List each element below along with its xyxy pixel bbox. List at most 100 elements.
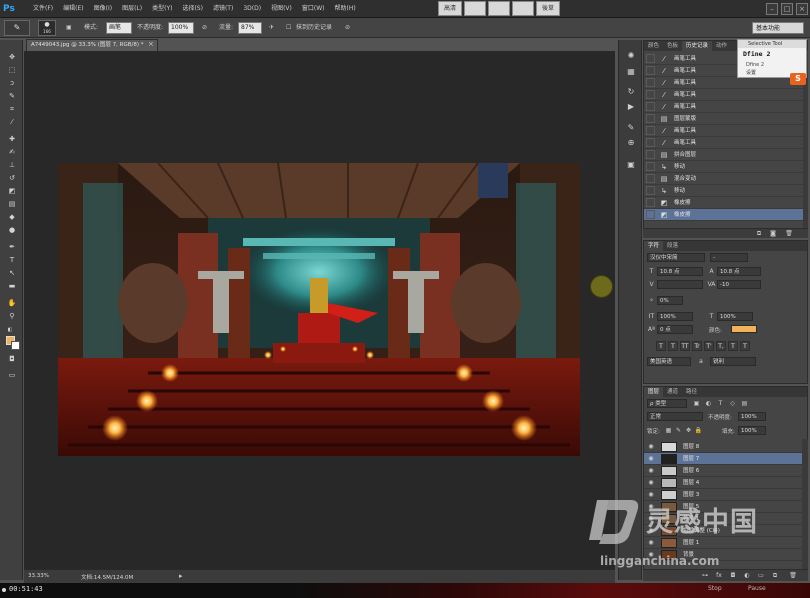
workspace-switcher[interactable]: 基本功能: [752, 22, 804, 34]
zoom-level[interactable]: 33.33%: [28, 573, 49, 579]
history-state[interactable]: ⁄ 画笔工具: [644, 137, 804, 149]
layer-name[interactable]: 图层 7: [683, 453, 699, 465]
history-state[interactable]: ◩ 橡皮擦: [644, 209, 804, 221]
filter-shape-icon[interactable]: ◇: [728, 399, 737, 408]
erase-history-checkbox[interactable]: ☐: [286, 22, 291, 34]
menu-item[interactable]: 图像(I): [89, 0, 117, 18]
type-style-button[interactable]: T': [704, 341, 714, 351]
healing-brush-tool-icon[interactable]: ✚: [5, 135, 19, 144]
opacity-input[interactable]: 100%: [168, 22, 194, 34]
visibility-eye-icon[interactable]: ◉: [647, 539, 655, 547]
adjustment-layer-icon[interactable]: ◐: [743, 572, 751, 580]
panel-tab[interactable]: 历史记录: [682, 41, 713, 51]
default-colors-icon[interactable]: ◧: [3, 326, 17, 335]
history-state[interactable]: ◩ 橡皮擦: [644, 197, 804, 209]
mode-button[interactable]: 後草: [536, 1, 561, 16]
filter-type-icon[interactable]: T: [716, 399, 725, 408]
menu-item[interactable]: 帮助(H): [330, 0, 361, 18]
type-style-button[interactable]: T: [656, 341, 666, 351]
airbrush-icon[interactable]: ✈: [269, 22, 274, 34]
mode-button[interactable]: [488, 1, 511, 16]
brush-preset-picker[interactable]: ● 166: [38, 20, 56, 36]
gradient-tool-icon[interactable]: ▤: [5, 200, 19, 209]
new-layer-icon[interactable]: ⧉: [771, 572, 779, 580]
layer-thumbnail[interactable]: [661, 538, 677, 548]
tool-preset-picker[interactable]: ✎: [4, 20, 30, 36]
layer-name[interactable]: 图层 8: [683, 441, 699, 453]
history-state[interactable]: ⁄ 画笔工具: [644, 77, 804, 89]
eyedropper-tool-icon[interactable]: ⁄: [5, 118, 19, 127]
layer-row[interactable]: ◉ 图层 7: [644, 453, 806, 465]
maximize-button[interactable]: □: [781, 3, 793, 15]
path-select-tool-icon[interactable]: ↖: [5, 269, 19, 278]
panel-tab[interactable]: 颜色: [644, 41, 663, 51]
menu-item[interactable]: 视图(V): [266, 0, 297, 18]
document-tab[interactable]: A7449043.jpg @ 33.3% (图层 7, RGB/8) *: [26, 39, 158, 51]
layer-thumbnail[interactable]: [661, 454, 677, 464]
new-group-icon[interactable]: ▭: [757, 572, 765, 580]
color-panel-icon[interactable]: ✺: [625, 50, 637, 61]
delete-state-icon[interactable]: 🗑: [785, 230, 793, 238]
history-source-checkbox[interactable]: [646, 174, 655, 183]
marquee-tool-icon[interactable]: ⬚: [5, 66, 19, 75]
dodge-tool-icon[interactable]: ●: [5, 226, 19, 235]
visibility-eye-icon[interactable]: ◉: [647, 443, 655, 451]
properties-panel-icon[interactable]: ▣: [625, 159, 637, 170]
panel-tab[interactable]: 路径: [682, 387, 701, 397]
leading-input[interactable]: 10.8 点: [717, 267, 761, 276]
menu-item[interactable]: 选择(S): [177, 0, 208, 18]
blend-mode-select[interactable]: 正常: [647, 412, 703, 421]
type-style-button[interactable]: T: [728, 341, 738, 351]
clone-source-icon[interactable]: ⊕: [625, 137, 637, 148]
lock-transparent-icon[interactable]: ▦: [664, 426, 673, 435]
font-size-input[interactable]: 10.8 点: [657, 267, 703, 276]
menu-item[interactable]: 窗口(W): [297, 0, 330, 18]
close-window-button[interactable]: ×: [796, 3, 808, 15]
menu-item[interactable]: 3D(D): [238, 0, 266, 18]
add-mask-icon[interactable]: ◘: [729, 572, 737, 580]
type-tool-icon[interactable]: T: [5, 256, 19, 265]
delete-layer-icon[interactable]: 🗑: [789, 572, 797, 580]
history-source-checkbox[interactable]: [646, 78, 655, 87]
tracking-input[interactable]: -10: [717, 280, 761, 289]
history-state[interactable]: ⁄ 画笔工具: [644, 125, 804, 137]
history-source-checkbox[interactable]: [646, 126, 655, 135]
history-state[interactable]: ▤ 拼合图层: [644, 149, 804, 161]
history-source-checkbox[interactable]: [646, 186, 655, 195]
lock-position-icon[interactable]: ✥: [684, 426, 693, 435]
hand-tool-icon[interactable]: ✋: [5, 299, 19, 308]
menu-item[interactable]: 滤镜(T): [208, 0, 238, 18]
history-brush-tool-icon[interactable]: ↺: [5, 174, 19, 183]
link-layers-icon[interactable]: ⊶: [701, 572, 709, 580]
mode-button[interactable]: [464, 1, 487, 16]
background-color-swatch[interactable]: [11, 341, 20, 350]
vertical-scale-input[interactable]: 100%: [657, 312, 693, 321]
status-menu-arrow-icon[interactable]: ▸: [179, 572, 183, 580]
swatches-panel-icon[interactable]: ▦: [625, 66, 637, 77]
type-style-button[interactable]: T: [668, 341, 678, 351]
panel-tab[interactable]: 字符: [644, 241, 664, 251]
eraser-tool-icon[interactable]: ◩: [5, 187, 19, 196]
minimize-button[interactable]: –: [766, 3, 778, 15]
quick-select-tool-icon[interactable]: ✎: [5, 92, 19, 101]
close-document-icon[interactable]: ×: [148, 40, 156, 49]
layer-name[interactable]: 图层 4: [683, 477, 699, 489]
history-source-checkbox[interactable]: [646, 162, 655, 171]
antialias-select[interactable]: 锐利: [710, 357, 756, 366]
artwork-image[interactable]: [58, 163, 580, 456]
menu-item[interactable]: 编辑(E): [58, 0, 88, 18]
menu-item[interactable]: 类型(Y): [147, 0, 177, 18]
brush-panel-icon[interactable]: ✎: [625, 122, 637, 133]
pressure-opacity-icon[interactable]: ⊘: [202, 22, 207, 34]
visibility-eye-icon[interactable]: ◉: [647, 467, 655, 475]
visibility-eye-icon[interactable]: ◉: [647, 455, 655, 463]
layer-thumbnail[interactable]: [661, 478, 677, 488]
language-select[interactable]: 美国英语: [647, 357, 691, 366]
layer-opacity-input[interactable]: 100%: [738, 412, 766, 421]
layer-row[interactable]: ◉ 图层 4: [644, 477, 806, 489]
filter-adjust-icon[interactable]: ◐: [704, 399, 713, 408]
text-color-swatch[interactable]: [731, 325, 757, 333]
layer-name[interactable]: 图层 6: [683, 465, 699, 477]
shape-tool-icon[interactable]: ▬: [5, 282, 19, 291]
layer-thumbnail[interactable]: [661, 466, 677, 476]
